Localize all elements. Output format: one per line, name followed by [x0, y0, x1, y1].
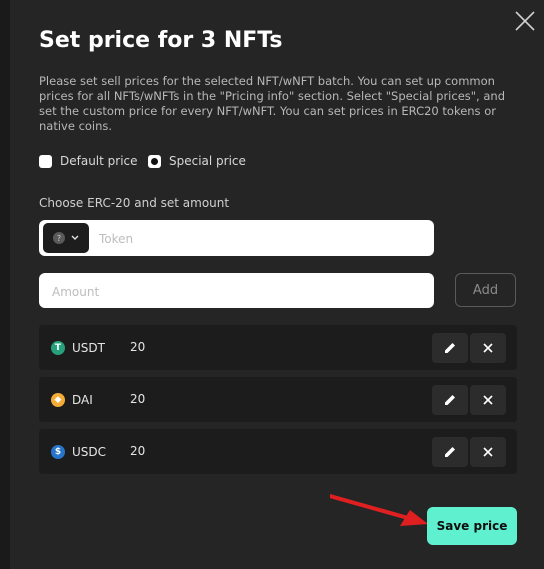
pencil-icon — [445, 343, 455, 353]
modal-description: Please set sell prices for the selected … — [39, 74, 505, 133]
tether-icon: T — [51, 341, 65, 355]
add-button[interactable]: Add — [455, 273, 516, 307]
modal-title: Set price for 3 NFTs — [39, 28, 283, 53]
special-price-label: Special price — [169, 154, 246, 168]
row-symbol: USDT — [72, 341, 105, 355]
remove-button[interactable] — [470, 385, 506, 415]
set-price-modal: Set price for 3 NFTs Please set sell pri… — [10, 0, 544, 569]
row-amount: 20 — [130, 340, 146, 354]
pencil-icon — [445, 395, 455, 405]
row-amount: 20 — [130, 392, 146, 406]
question-icon: ? — [53, 232, 65, 244]
token-input[interactable] — [97, 228, 421, 250]
default-price-option[interactable]: Default price — [39, 154, 138, 168]
close-icon — [515, 11, 535, 31]
edit-button[interactable] — [432, 437, 468, 467]
edit-button[interactable] — [432, 333, 468, 363]
remove-button[interactable] — [470, 437, 506, 467]
price-row-dai: ◆ DAI 20 — [39, 377, 517, 422]
row-symbol: DAI — [72, 393, 93, 407]
special-price-option[interactable]: Special price — [148, 154, 246, 168]
amount-input[interactable] — [50, 281, 424, 303]
token-section-label: Choose ERC-20 and set amount — [39, 196, 230, 210]
special-price-checkbox[interactable] — [148, 154, 161, 168]
pencil-icon — [445, 447, 455, 457]
price-row-usdc: $ USDC 20 — [39, 429, 517, 474]
default-price-label: Default price — [60, 154, 138, 168]
remove-button[interactable] — [470, 333, 506, 363]
close-icon — [483, 343, 493, 353]
close-icon — [483, 447, 493, 457]
usdc-icon: $ — [51, 445, 65, 459]
edit-button[interactable] — [432, 385, 468, 415]
default-price-checkbox[interactable] — [39, 154, 52, 168]
amount-field — [39, 273, 434, 308]
close-button[interactable] — [512, 8, 538, 34]
dai-icon: ◆ — [51, 393, 65, 407]
row-amount: 20 — [130, 444, 146, 458]
chevron-down-icon — [71, 235, 79, 240]
close-icon — [483, 395, 493, 405]
selected-dot-icon — [151, 157, 158, 165]
row-symbol: USDC — [72, 445, 107, 459]
token-field: ? — [39, 220, 434, 256]
arrow-pointer-icon — [330, 494, 428, 526]
token-select-dropdown[interactable]: ? — [43, 223, 89, 253]
price-row-usdt: T USDT 20 — [39, 325, 517, 370]
save-price-button[interactable]: Save price — [427, 507, 517, 545]
